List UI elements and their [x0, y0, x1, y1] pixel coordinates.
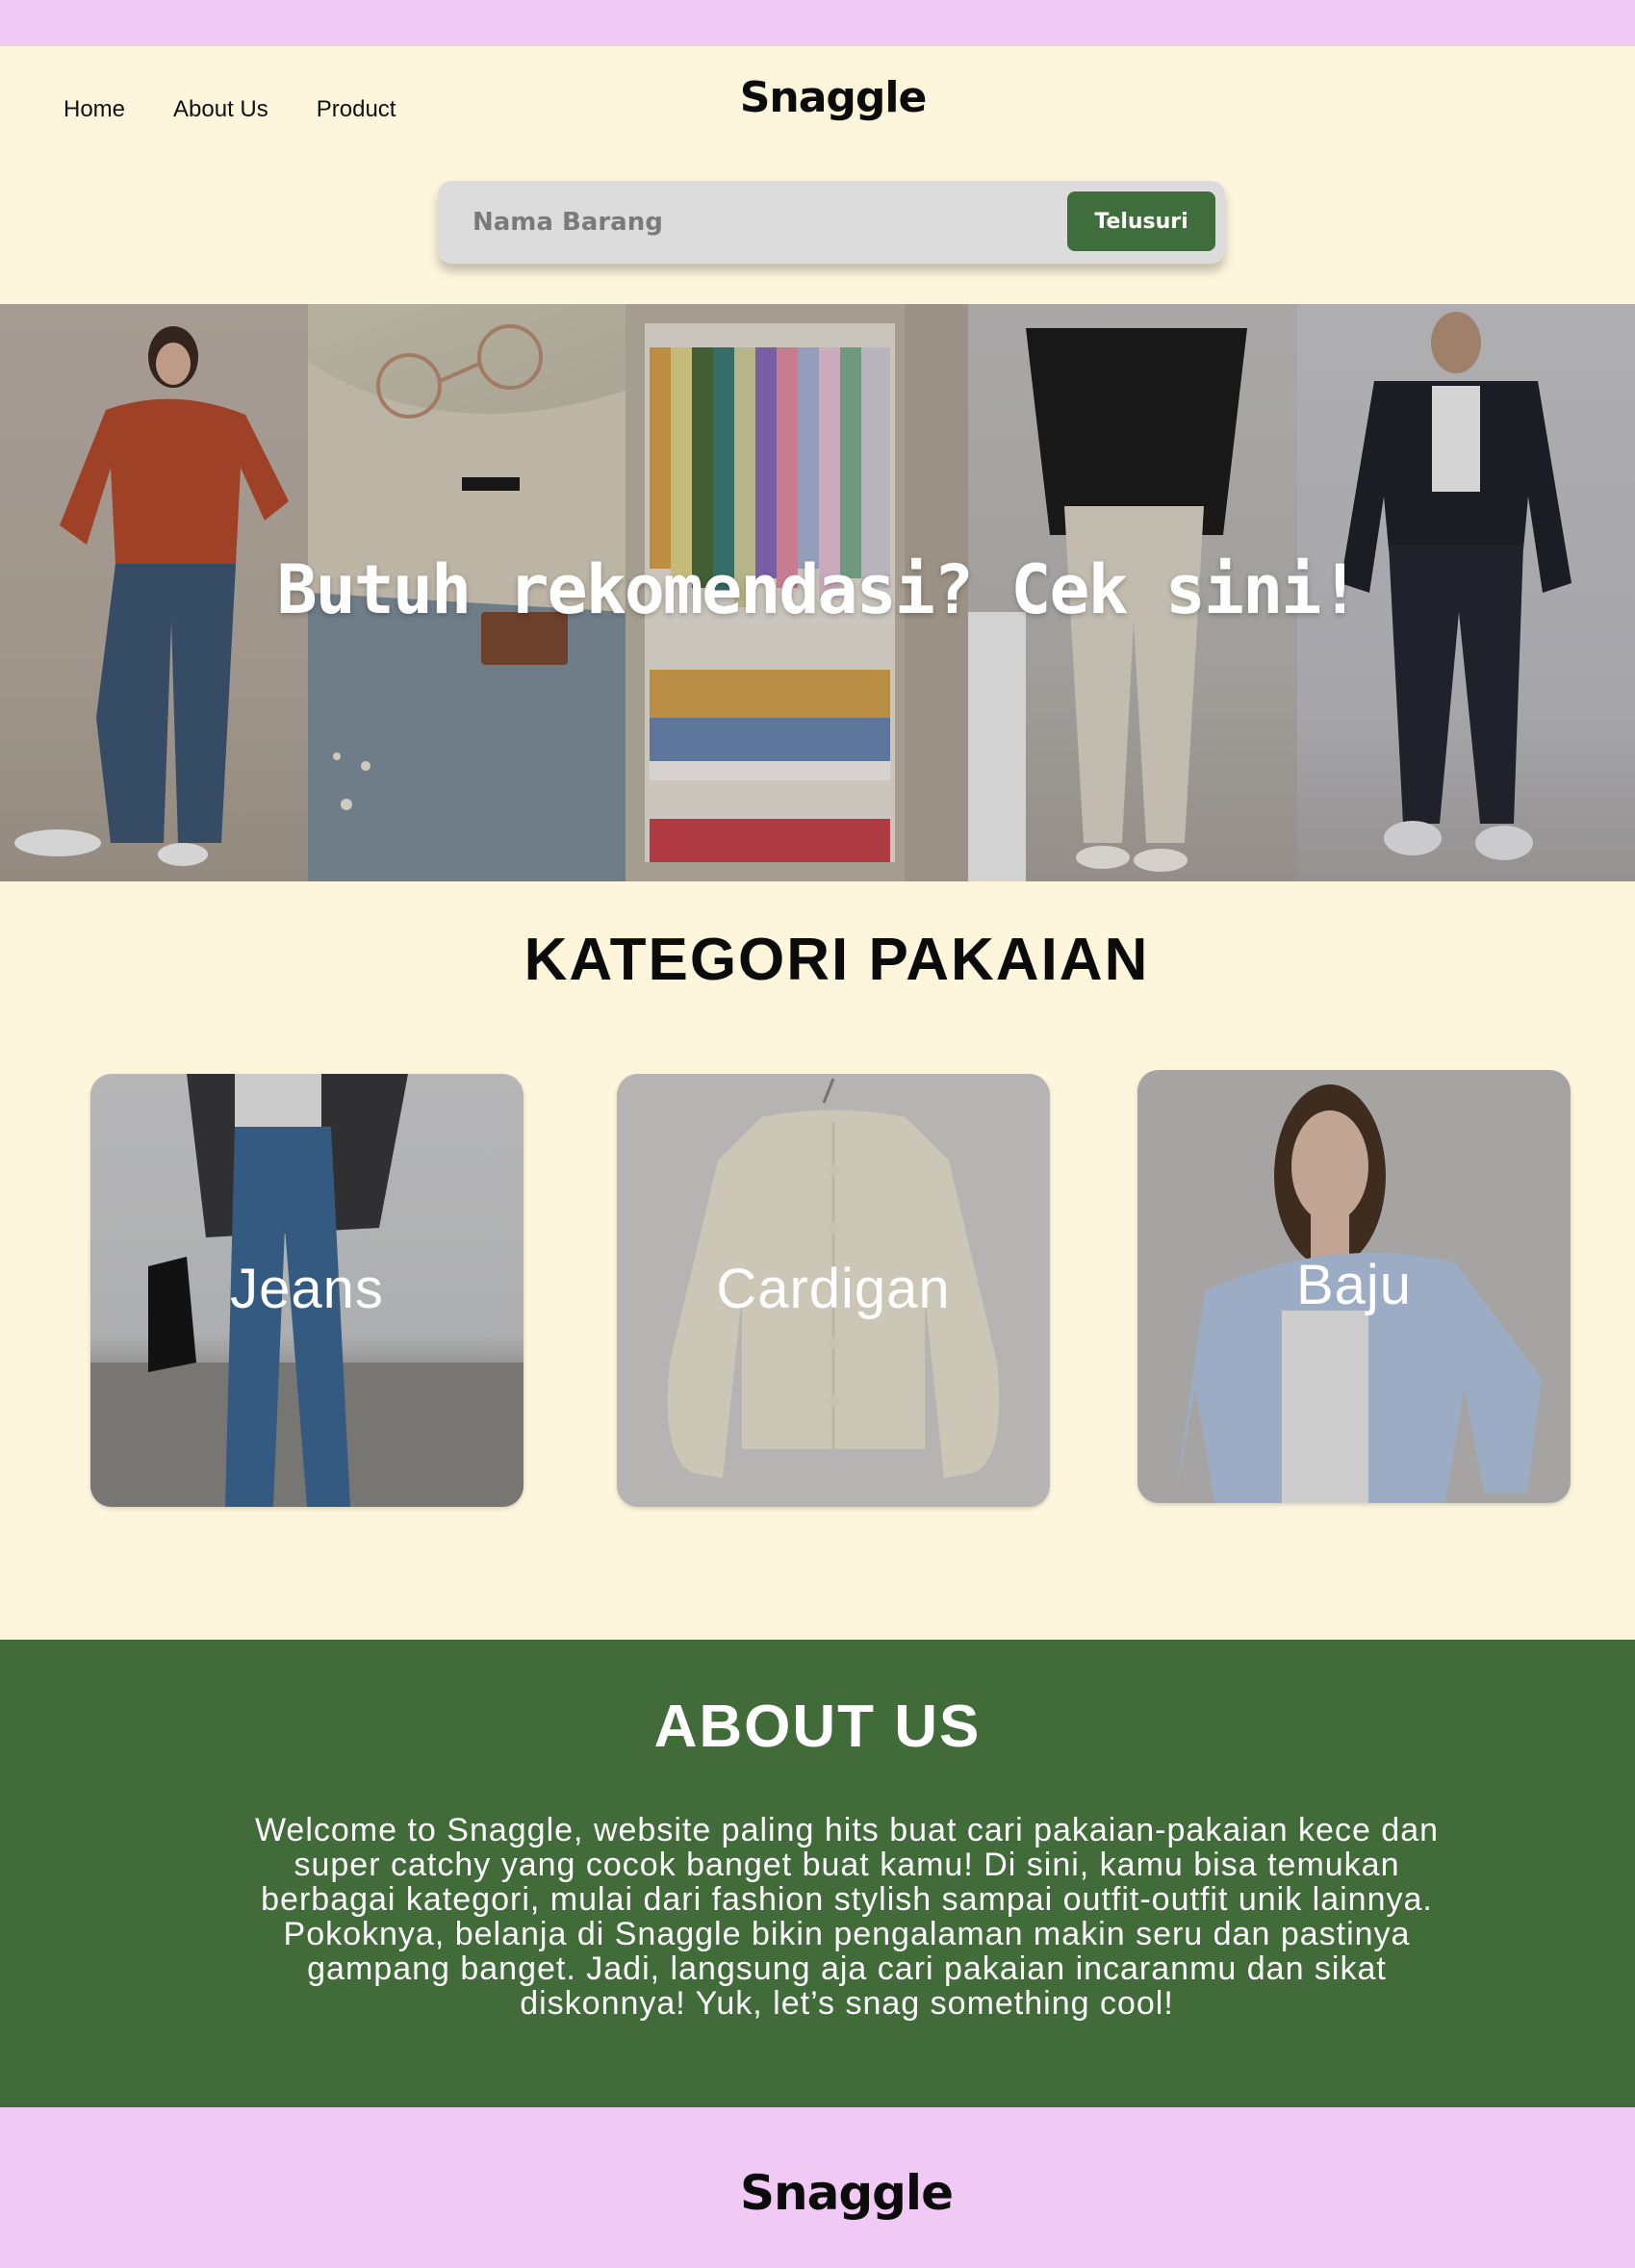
about-title: ABOUT US: [653, 1694, 982, 1760]
about-section: ABOUT US Welcome to Snaggle, website pal…: [0, 1640, 1635, 2107]
hero-banner: Butuh rekomendasi? Cek sini!: [0, 304, 1635, 881]
category-card-baju[interactable]: Baju: [1137, 1070, 1571, 1503]
search-bar: Telusuri: [438, 181, 1225, 264]
brand-logo-text: Snaggle: [739, 73, 928, 122]
search-button[interactable]: Telusuri: [1067, 191, 1215, 251]
category-card-jeans[interactable]: Jeans: [90, 1074, 524, 1507]
top-strip: [0, 0, 1635, 46]
categories-title: KATEGORI PAKAIAN: [524, 927, 1150, 993]
search-input[interactable]: [473, 200, 1011, 244]
header: Home About Us Product Snaggle Telusuri: [0, 46, 1635, 304]
footer-brand-logo[interactable]: Snaggle: [0, 2165, 1635, 2221]
category-card-cardigan[interactable]: Cardigan: [617, 1074, 1050, 1507]
category-label-cardigan: Cardigan: [716, 1258, 951, 1320]
hero-title: Butuh rekomendasi? Cek sini!: [276, 550, 1360, 629]
footer-brand-text: Snaggle: [740, 2165, 954, 2221]
about-text: Welcome to Snaggle, website paling hits …: [254, 1812, 1440, 2022]
footer: Snaggle: [0, 2107, 1635, 2268]
brand-logo[interactable]: Snaggle: [0, 73, 1635, 122]
category-label-jeans: Jeans: [230, 1258, 384, 1320]
category-label-baju: Baju: [1295, 1254, 1413, 1316]
